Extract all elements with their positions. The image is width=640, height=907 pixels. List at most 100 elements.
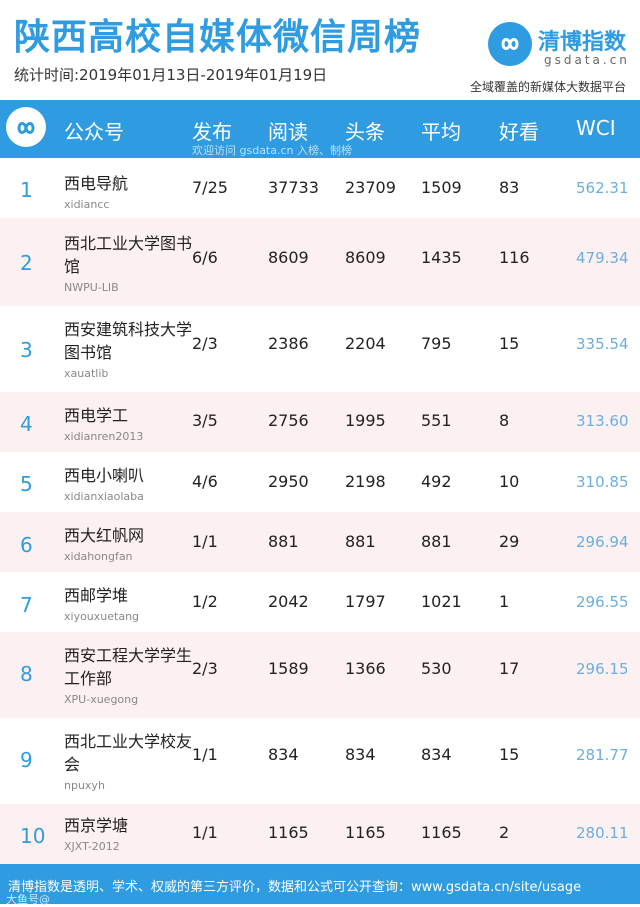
account-name: 西电小喇叭 [64, 466, 145, 485]
headline-cell: 2198 [345, 472, 386, 491]
brand-domain: gsdata.cn [544, 53, 630, 67]
rank: 9 [20, 748, 33, 772]
brand-slogan: 全域覆盖的新媒体大数据平台 [470, 80, 627, 94]
column-header-average: 平均 [421, 120, 461, 144]
average-cell: 881 [421, 532, 452, 551]
account-id: xidiancc [64, 198, 110, 211]
account-cell: 西电小喇叭 xidianxiaolaba [64, 464, 192, 503]
publish-cell: 2/3 [192, 334, 218, 353]
account-id: NWPU-LIB [64, 281, 119, 294]
read-cell: 8609 [268, 248, 309, 267]
average-cell: 1021 [421, 592, 462, 611]
brand-name: 清博指数 [538, 30, 627, 55]
account-cell: 西北工业大学校友会 npuxyh [64, 730, 192, 792]
read-cell: 2386 [268, 334, 309, 353]
footer-watermark: 大鱼号@ [6, 893, 50, 906]
account-cell: 西京学塘 XJXT-2012 [64, 814, 192, 853]
account-cell: 西电学工 xidianren2013 [64, 404, 192, 443]
table-row[interactable]: 2 西北工业大学图书馆 NWPU-LIB 6/6 8609 8609 1435 … [0, 218, 640, 306]
headline-cell: 1366 [345, 659, 386, 678]
rank: 7 [20, 593, 33, 617]
footer-disclaimer[interactable]: 清博指数是透明、学术、权威的第三方评价，数据和公式可公开查询：www.gsdat… [8, 876, 581, 895]
wci-cell: 296.55 [576, 593, 629, 611]
like-cell: 15 [499, 745, 520, 764]
rank: 4 [20, 412, 33, 436]
wci-cell: 335.54 [576, 335, 629, 353]
like-cell: 29 [499, 532, 520, 551]
account-cell: 西邮学堆 xiyouxuetang [64, 584, 192, 623]
column-header-account: 公众号 [64, 120, 124, 144]
wci-cell: 281.77 [576, 746, 629, 764]
wci-cell: 296.15 [576, 660, 629, 678]
account-name: 西北工业大学校友会 [64, 732, 193, 774]
column-header-headline: 头条 [345, 120, 385, 144]
read-cell: 1165 [268, 823, 309, 842]
headline-cell: 1995 [345, 411, 386, 430]
column-header-read: 阅读 [268, 120, 308, 144]
account-name: 西大红帆网 [64, 526, 145, 545]
account-id: XPU-xuegong [64, 693, 139, 706]
account-id: xidianren2013 [64, 430, 144, 443]
read-cell: 881 [268, 532, 299, 551]
publish-cell: 1/2 [192, 592, 218, 611]
read-cell: 1589 [268, 659, 309, 678]
account-cell: 西安建筑科技大学图书馆 xauatlib [64, 318, 192, 380]
table-row[interactable]: 5 西电小喇叭 xidianxiaolaba 4/6 2950 2198 492… [0, 452, 640, 512]
rank: 10 [20, 824, 46, 848]
rank: 6 [20, 533, 33, 557]
headline-cell: 881 [345, 532, 376, 551]
infinity-logo-icon [6, 107, 46, 147]
rank: 2 [20, 251, 33, 275]
publish-cell: 2/3 [192, 659, 218, 678]
like-cell: 2 [499, 823, 510, 842]
average-cell: 1509 [421, 178, 462, 197]
publish-cell: 6/6 [192, 248, 218, 267]
table-row[interactable]: 3 西安建筑科技大学图书馆 xauatlib 2/3 2386 2204 795… [0, 306, 640, 392]
read-cell: 2042 [268, 592, 309, 611]
like-cell: 83 [499, 178, 520, 197]
like-cell: 10 [499, 472, 520, 491]
account-name: 西京学塘 [64, 816, 129, 835]
average-cell: 551 [421, 411, 452, 430]
wci-cell: 313.60 [576, 412, 629, 430]
average-cell: 492 [421, 472, 452, 491]
publish-cell: 7/25 [192, 178, 228, 197]
like-cell: 15 [499, 334, 520, 353]
wci-cell: 280.11 [576, 824, 629, 842]
rank: 5 [20, 472, 33, 496]
account-id: xidianxiaolaba [64, 490, 144, 503]
like-cell: 8 [499, 411, 510, 430]
account-id: npuxyh [64, 779, 105, 792]
rank: 1 [20, 178, 33, 202]
table-row[interactable]: 6 西大红帆网 xidahongfan 1/1 881 881 881 29 2… [0, 512, 640, 572]
column-header-publish: 发布 [192, 120, 232, 144]
rank: 3 [20, 338, 33, 362]
table-row[interactable]: 1 西电导航 xidiancc 7/25 37733 23709 1509 83… [0, 158, 640, 218]
account-id: xiyouxuetang [64, 610, 140, 623]
publish-cell: 1/1 [192, 745, 218, 764]
table-row[interactable]: 7 西邮学堆 xiyouxuetang 1/2 2042 1797 1021 1… [0, 572, 640, 632]
table-row[interactable]: 9 西北工业大学校友会 npuxyh 1/1 834 834 834 15 28… [0, 718, 640, 804]
wci-cell: 296.94 [576, 533, 629, 551]
publish-cell: 4/6 [192, 472, 218, 491]
average-cell: 530 [421, 659, 452, 678]
brand[interactable]: 清博指数 gsdata.cn [488, 22, 638, 72]
account-name: 西电学工 [64, 406, 129, 425]
average-cell: 834 [421, 745, 452, 764]
column-header-like: 好看 [499, 120, 539, 144]
headline-cell: 834 [345, 745, 376, 764]
table-row[interactable]: 10 西京学塘 XJXT-2012 1/1 1165 1165 1165 2 2… [0, 804, 640, 864]
publish-cell: 1/1 [192, 823, 218, 842]
read-cell: 37733 [268, 178, 319, 197]
headline-cell: 1797 [345, 592, 386, 611]
account-name: 西安建筑科技大学图书馆 [64, 320, 193, 362]
column-header-wci: WCI [576, 116, 616, 140]
read-cell: 2950 [268, 472, 309, 491]
account-id: xidahongfan [64, 550, 133, 563]
account-name: 西安工程大学学生工作部 [64, 646, 193, 688]
table-row[interactable]: 4 西电学工 xidianren2013 3/5 2756 1995 551 8… [0, 392, 640, 452]
account-name: 西邮学堆 [64, 586, 129, 605]
like-cell: 1 [499, 592, 510, 611]
page-title: 陕西高校自媒体微信周榜 [14, 17, 422, 58]
table-row[interactable]: 8 西安工程大学学生工作部 XPU-xuegong 2/3 1589 1366 … [0, 632, 640, 718]
